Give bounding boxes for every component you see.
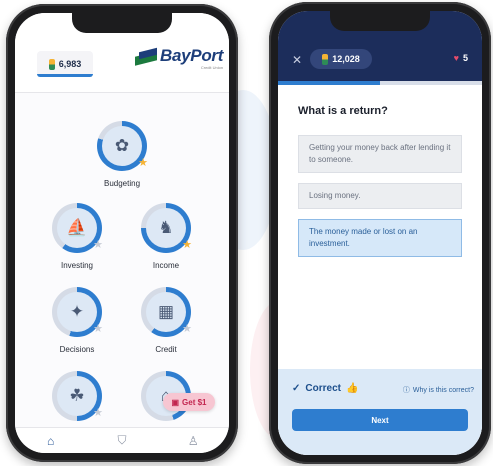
phone-screen-left: 6,983 BayPort Credit Union ✿ ★ Budgeting…: [15, 13, 229, 453]
topic-progress-ring: ⛵ ★: [52, 203, 103, 253]
profile-icon[interactable]: ♙: [178, 434, 208, 448]
phone-frame-left: 6,983 BayPort Credit Union ✿ ★ Budgeting…: [6, 4, 238, 462]
why-correct-label: Why is this correct?: [412, 386, 474, 394]
star-icon: ★: [138, 157, 148, 169]
star-icon: ★: [93, 323, 103, 335]
screenshot-stage: 6,983 BayPort Credit Union ✿ ★ Budgeting…: [0, 0, 493, 466]
coin-balance: 6,983: [58, 59, 82, 69]
why-correct-link[interactable]: ⓘ Why is this correct?: [403, 385, 474, 395]
thumbs-up-icon: 👍: [345, 383, 359, 394]
topic-progress-ring: ▦ ★: [141, 287, 192, 337]
coin-progress-bar: [37, 74, 93, 77]
topic-progress-ring: ✿ ★: [97, 121, 148, 171]
topic-map: ✿ ★ Budgeting ⛵ ★ Investing ♞ ★ Income ✦…: [15, 93, 229, 427]
topic-progress-ring: ♞ ★: [141, 203, 192, 253]
phone-frame-right: ✕ 12,028 ♥ 5 What is a return? Getting y…: [269, 2, 491, 464]
coin-icon: [48, 58, 55, 70]
lives-counter: ♥ 5: [454, 53, 468, 63]
coin-balance: 12,028: [332, 54, 360, 64]
star-icon: ★: [93, 407, 103, 419]
quiz-body: What is a return? Getting your money bac…: [278, 85, 482, 455]
elephant-icon: ♞: [146, 208, 186, 248]
topic-label: Credit: [155, 345, 177, 354]
topic-label: Income: [152, 261, 180, 270]
shield-icon[interactable]: ⛉: [107, 433, 137, 448]
building-icon: ▦: [146, 292, 186, 332]
topic-label: Budgeting: [103, 179, 141, 188]
ship-icon: ⛵: [57, 208, 97, 248]
topic-decisions[interactable]: ✦ ★ Decisions: [37, 287, 117, 354]
star-icon: ★: [182, 239, 192, 251]
brand-logo: BayPort Credit Union: [135, 47, 223, 70]
help-icon: ⓘ: [402, 387, 410, 394]
get-reward-label: Get $1: [182, 397, 207, 407]
coin-balance-badge: 12,028: [310, 49, 372, 69]
topic-investing[interactable]: ⛵ ★ Investing: [37, 203, 117, 270]
phone-screen-right: ✕ 12,028 ♥ 5 What is a return? Getting y…: [278, 11, 482, 455]
get-reward-button[interactable]: ▣ Get $1: [163, 393, 215, 411]
topic-credit[interactable]: ▦ ★ Credit: [126, 287, 206, 354]
topic-label: Investing: [60, 261, 94, 270]
question-title: What is a return?: [298, 105, 388, 117]
feedback-result: ✓ Correct 👍: [292, 383, 358, 394]
bottom-nav: ⌂ ⛉ ♙: [15, 427, 229, 453]
coin-icon: [322, 53, 329, 65]
topic-income[interactable]: ♞ ★ Income: [126, 203, 206, 270]
bird-icon: ✦: [57, 292, 97, 332]
bayport-logo-icon: [135, 50, 157, 66]
brand-name: BayPort: [160, 46, 224, 65]
feedback-panel: ✓ Correct 👍 ⓘ Why is this correct? Next: [278, 369, 482, 455]
topic-progress-ring: ☘ ★: [52, 371, 103, 421]
topic-locked-1[interactable]: ☘ ★: [37, 371, 117, 421]
home-icon[interactable]: ⌂: [36, 434, 66, 448]
answer-option[interactable]: Losing money.: [298, 183, 462, 209]
lives-count: 5: [462, 53, 468, 63]
topic-label: Decisions: [59, 345, 95, 354]
piggy-bank-icon: ✿: [102, 126, 142, 166]
check-icon: ✓: [292, 383, 301, 394]
answer-option-correct[interactable]: The money made or lost on an investment.: [298, 219, 462, 257]
phone-notch: [72, 13, 172, 33]
star-icon: ★: [182, 323, 192, 335]
close-icon[interactable]: ✕: [292, 53, 302, 67]
chicken-icon: ☘: [57, 376, 97, 416]
topic-budgeting[interactable]: ✿ ★ Budgeting: [82, 121, 162, 188]
answer-option[interactable]: Getting your money back after lending it…: [298, 135, 462, 173]
brand-subtitle: Credit Union: [200, 65, 224, 70]
heart-icon: ♥: [453, 53, 459, 63]
coin-balance-badge[interactable]: 6,983: [37, 51, 93, 77]
gift-icon: ▣: [171, 397, 180, 407]
topic-progress-ring: ✦ ★: [52, 287, 103, 337]
phone-notch: [330, 11, 430, 31]
next-button[interactable]: Next: [292, 409, 468, 431]
star-icon: ★: [93, 239, 103, 251]
feedback-result-label: Correct: [305, 383, 341, 394]
